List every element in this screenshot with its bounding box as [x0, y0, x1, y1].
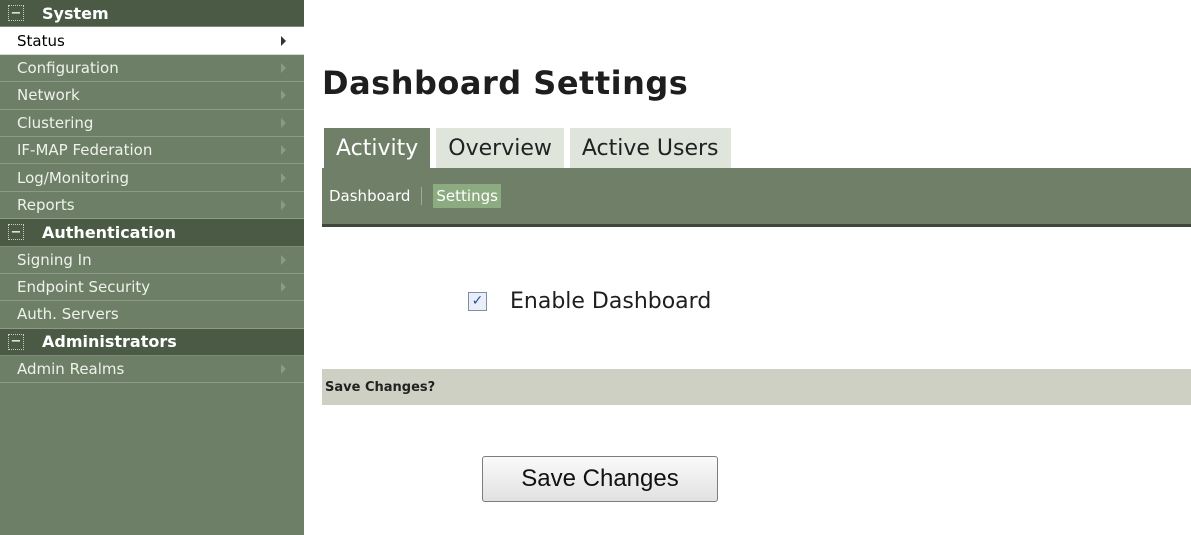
chevron-right-icon — [281, 282, 286, 293]
chevron-right-icon — [281, 35, 286, 46]
subnav-dashboard-link[interactable]: Dashboard — [329, 187, 410, 205]
tab-overview[interactable]: Overview — [436, 128, 564, 168]
sidebar-section-title: Authentication — [42, 222, 176, 242]
sidebar-item-label: Endpoint Security — [17, 278, 151, 297]
sidebar-item-log-monitoring[interactable]: Log/Monitoring — [0, 164, 304, 192]
sidebar-section-title: System — [42, 3, 109, 23]
sidebar-item-label: Signing In — [17, 250, 92, 269]
collapse-minus-icon[interactable]: − — [8, 333, 24, 350]
sidebar-item-label: Configuration — [17, 58, 119, 77]
main-content: Dashboard Settings Activity Overview Act… — [322, 0, 1191, 535]
page-title: Dashboard Settings — [322, 64, 689, 102]
sidebar-item-admin-realms[interactable]: Admin Realms — [0, 356, 304, 384]
sidebar-item-label: Clustering — [17, 113, 94, 132]
chevron-right-icon — [281, 145, 286, 156]
tab-active-users[interactable]: Active Users — [569, 128, 731, 168]
sidebar-item-configuration[interactable]: Configuration — [0, 54, 304, 83]
sidebar-item-network[interactable]: Network — [0, 82, 304, 110]
collapse-minus-icon[interactable]: − — [8, 224, 24, 241]
save-changes-bar: Save Changes? — [322, 369, 1191, 405]
sidebar-item-label: Admin Realms — [17, 360, 125, 379]
chevron-right-icon — [281, 62, 286, 73]
sidebar-section-system[interactable]: − System — [0, 0, 304, 28]
sidebar-item-label: Network — [17, 86, 80, 105]
chevron-right-icon — [281, 364, 286, 375]
enable-dashboard-label[interactable]: Enable Dashboard — [510, 289, 711, 314]
sidebar-item-reports[interactable]: Reports — [0, 191, 304, 220]
sidebar-item-label: Reports — [17, 195, 75, 214]
sidebar-item-auth-servers[interactable]: Auth. Servers — [0, 301, 304, 329]
checkmark-icon: ✓ — [471, 293, 484, 309]
enable-dashboard-row: ✓ Enable Dashboard — [468, 288, 711, 314]
sidebar-section-title: Administrators — [42, 332, 177, 352]
collapse-minus-icon[interactable]: − — [8, 5, 24, 22]
chevron-right-icon — [281, 199, 286, 210]
app-root: − System Status Configuration Network Cluster… — [0, 0, 1191, 535]
tab-activity[interactable]: Activity — [324, 128, 431, 168]
sidebar-item-label: IF-MAP Federation — [17, 141, 153, 160]
chevron-right-icon — [281, 117, 286, 128]
sidebar-item-status[interactable]: Status — [0, 27, 304, 55]
tab-bar: Activity Overview Active Users — [324, 128, 737, 168]
sidebar-item-label: Log/Monitoring — [17, 168, 130, 187]
save-changes-button[interactable]: Save Changes — [482, 456, 718, 502]
sidebar-nav: − System Status Configuration Network Cluster… — [0, 0, 304, 535]
sidebar-item-label: Auth. Servers — [17, 305, 119, 324]
chevron-right-icon — [281, 172, 286, 183]
enable-dashboard-checkbox[interactable]: ✓ — [468, 291, 487, 311]
sidebar-item-clustering[interactable]: Clustering — [0, 109, 304, 137]
sidebar-item-if-map-federation[interactable]: IF-MAP Federation — [0, 136, 304, 165]
sidebar-item-endpoint-security[interactable]: Endpoint Security — [0, 273, 304, 302]
sub-navigation: Dashboard Settings — [322, 168, 1191, 227]
sidebar-section-authentication[interactable]: − Authentication — [0, 219, 304, 247]
subnav-separator — [421, 187, 423, 205]
chevron-right-icon — [281, 254, 286, 265]
subnav-settings-link[interactable]: Settings — [433, 184, 501, 208]
sidebar-item-signing-in[interactable]: Signing In — [0, 246, 304, 274]
sidebar-section-administrators[interactable]: − Administrators — [0, 328, 304, 357]
save-changes-heading: Save Changes? — [325, 379, 436, 395]
sidebar-item-label: Status — [17, 31, 65, 50]
chevron-right-icon — [281, 90, 286, 101]
